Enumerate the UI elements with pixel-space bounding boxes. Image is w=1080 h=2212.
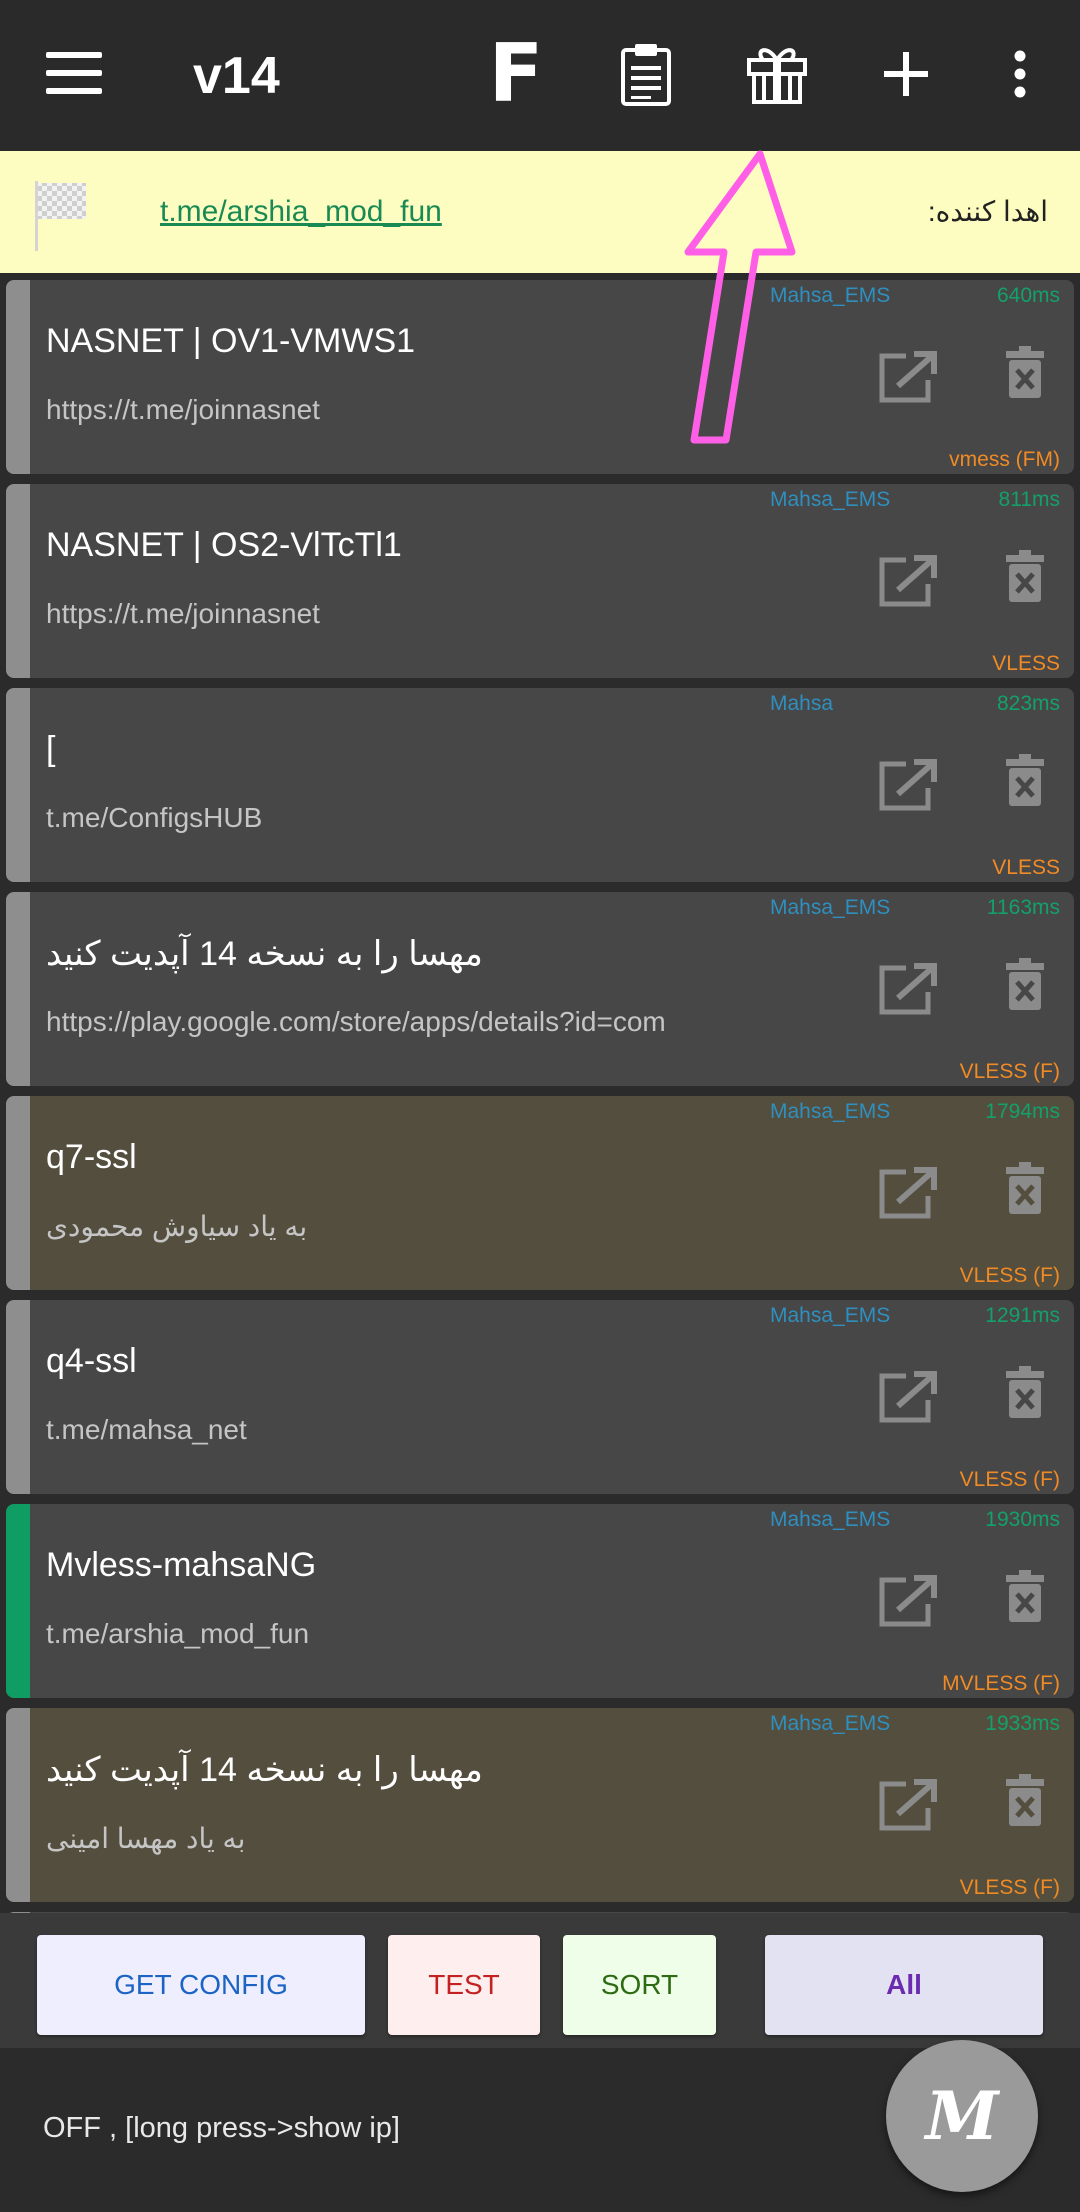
delete-icon[interactable] bbox=[1006, 1774, 1044, 1826]
config-name: Mvless-mahsaNG bbox=[46, 1546, 317, 1584]
config-group: Mahsa_EMS bbox=[770, 1508, 891, 1531]
config-protocol: VLESS (F) bbox=[959, 1468, 1060, 1491]
config-group: Mahsa_EMS bbox=[770, 896, 891, 919]
delete-icon[interactable] bbox=[1006, 550, 1044, 602]
config-card[interactable]: Mvless-mahsaNG t.me/arshia_mod_fun Mahsa… bbox=[6, 1504, 1074, 1698]
config-ping: 1163ms bbox=[986, 896, 1060, 919]
config-protocol: VLESS bbox=[992, 856, 1060, 879]
config-remark: https://t.me/joinnasnet bbox=[46, 598, 320, 629]
delete-icon[interactable] bbox=[1006, 1162, 1044, 1214]
config-card[interactable]: [ t.me/ConfigsHUB Mahsa 823ms VLESS bbox=[6, 688, 1074, 882]
menu-icon[interactable] bbox=[46, 52, 102, 94]
selection-strip bbox=[6, 892, 30, 1086]
more-options-icon[interactable] bbox=[984, 38, 1056, 110]
config-name: مهسا را به نسخه 14 آپدیت کنید bbox=[46, 935, 483, 973]
selection-strip bbox=[6, 1504, 30, 1698]
config-protocol: vmess (FM) bbox=[949, 448, 1060, 471]
config-group: Mahsa_EMS bbox=[770, 284, 891, 307]
share-icon[interactable] bbox=[876, 554, 940, 610]
config-group: Mahsa bbox=[770, 692, 834, 715]
connect-fab[interactable]: M bbox=[886, 2040, 1038, 2192]
config-name: مهسا را به نسخه 14 آپدیت کنید bbox=[46, 1751, 483, 1789]
connection-status-text[interactable]: OFF , [long press->show ip] bbox=[43, 2112, 400, 2145]
donor-label: اهدا کننده: bbox=[927, 196, 1048, 227]
config-group: Mahsa_EMS bbox=[770, 1712, 891, 1735]
share-icon[interactable] bbox=[876, 1166, 940, 1222]
config-name: NASNET | OS2-VlTcTl1 bbox=[46, 526, 402, 564]
config-ping: 1933ms bbox=[985, 1712, 1060, 1735]
config-card[interactable]: مهسا را به نسخه 14 آپدیت کنید https://pl… bbox=[6, 892, 1074, 1086]
donor-banner: t.me/arshia_mod_fun اهدا کننده: bbox=[0, 151, 1080, 273]
config-remark: t.me/ConfigsHUB bbox=[46, 802, 263, 833]
bottom-action-bar: GET CONFIG TEST SORT All bbox=[0, 1913, 1080, 2048]
mahsa-logo-icon: M bbox=[925, 2077, 999, 2155]
donor-link[interactable]: t.me/arshia_mod_fun bbox=[160, 195, 442, 229]
share-icon[interactable] bbox=[876, 962, 940, 1018]
delete-icon[interactable] bbox=[1006, 346, 1044, 398]
config-name: [ bbox=[46, 730, 56, 768]
config-card[interactable]: NASNET | OV1-VMWS1 https://t.me/joinnasn… bbox=[6, 280, 1074, 474]
config-remark: t.me/arshia_mod_fun bbox=[46, 1618, 310, 1649]
config-card[interactable]: مهسا را به نسخه 14 آپدیت کنید به یاد مهس… bbox=[6, 1708, 1074, 1902]
app-bar: v14 F bbox=[0, 0, 1080, 151]
config-remark: به یاد مهسا امینی bbox=[46, 1823, 246, 1854]
config-card[interactable]: q7-ssl به یاد سیاوش محمودی Mahsa_EMS 179… bbox=[6, 1096, 1074, 1290]
config-card[interactable]: NASNET | OS2-VlTcTl1 https://t.me/joinna… bbox=[6, 484, 1074, 678]
selection-strip bbox=[6, 1096, 30, 1290]
config-ping: 811ms bbox=[998, 488, 1060, 511]
share-icon[interactable] bbox=[876, 1370, 940, 1426]
sort-button[interactable]: SORT bbox=[563, 1935, 716, 2035]
config-name: q7-ssl bbox=[46, 1138, 137, 1176]
share-icon[interactable] bbox=[876, 758, 940, 814]
config-protocol: VLESS (F) bbox=[959, 1264, 1060, 1287]
config-ping: 823ms bbox=[996, 692, 1060, 715]
get-config-button[interactable]: GET CONFIG bbox=[37, 1935, 365, 2035]
config-remark: t.me/mahsa_net bbox=[46, 1414, 247, 1445]
delete-icon[interactable] bbox=[1006, 1570, 1044, 1622]
delete-icon[interactable] bbox=[1006, 1366, 1044, 1418]
selection-strip bbox=[6, 1300, 30, 1494]
test-button[interactable]: TEST bbox=[388, 1935, 540, 2035]
config-protocol: MVLESS (F) bbox=[942, 1672, 1060, 1695]
add-icon[interactable] bbox=[870, 38, 942, 110]
config-group: Mahsa_EMS bbox=[770, 1100, 891, 1123]
app-title: v14 bbox=[193, 47, 280, 105]
gift-icon[interactable] bbox=[741, 38, 813, 110]
selection-strip bbox=[6, 688, 30, 882]
config-remark: به یاد سیاوش محمودی bbox=[46, 1211, 308, 1242]
share-icon[interactable] bbox=[876, 1778, 940, 1834]
selection-strip bbox=[6, 280, 30, 474]
share-icon[interactable] bbox=[876, 350, 940, 406]
filter-all-button[interactable]: All bbox=[765, 1935, 1043, 2035]
config-name: q4-ssl bbox=[46, 1342, 137, 1380]
config-list: NASNET | OV1-VMWS1 https://t.me/joinnasn… bbox=[0, 278, 1080, 1913]
config-protocol: VLESS bbox=[992, 652, 1060, 675]
config-name: NASNET | OV1-VMWS1 bbox=[46, 322, 416, 360]
config-protocol: VLESS (F) bbox=[959, 1060, 1060, 1083]
checkered-flag-icon bbox=[35, 181, 86, 251]
config-ping: 1794ms bbox=[985, 1100, 1060, 1123]
config-group: Mahsa_EMS bbox=[770, 1304, 891, 1327]
selection-strip bbox=[6, 1708, 30, 1902]
clipboard-icon[interactable] bbox=[610, 38, 682, 110]
delete-icon[interactable] bbox=[1006, 754, 1044, 806]
config-ping: 1291ms bbox=[985, 1304, 1060, 1327]
f-button[interactable]: F bbox=[480, 34, 552, 114]
delete-icon[interactable] bbox=[1006, 958, 1044, 1010]
config-ping: 640ms bbox=[996, 284, 1060, 307]
config-remark: https://t.me/joinnasnet bbox=[46, 394, 320, 425]
f-letter-label: F bbox=[488, 27, 544, 120]
selection-strip bbox=[6, 484, 30, 678]
config-group: Mahsa_EMS bbox=[770, 488, 891, 511]
config-card[interactable]: q4-ssl t.me/mahsa_net Mahsa_EMS 1291ms V… bbox=[6, 1300, 1074, 1494]
share-icon[interactable] bbox=[876, 1574, 940, 1630]
config-ping: 1930ms bbox=[985, 1508, 1060, 1531]
config-remark: https://play.google.com/store/apps/detai… bbox=[46, 1006, 666, 1037]
config-protocol: VLESS (F) bbox=[959, 1876, 1060, 1899]
